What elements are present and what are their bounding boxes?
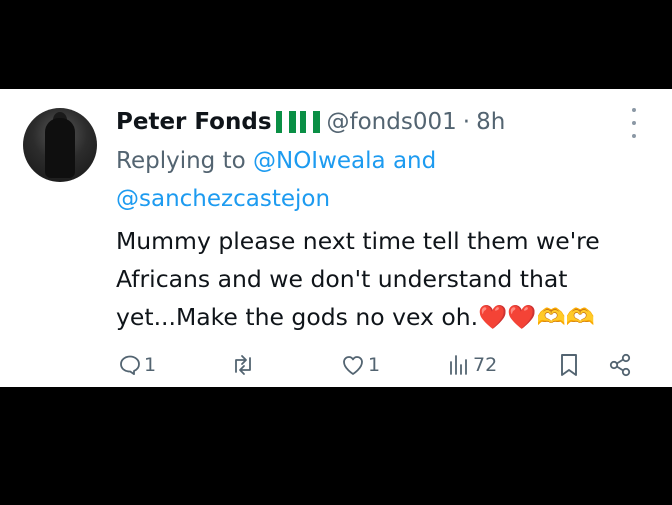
separator-dot: · (462, 109, 471, 135)
share-button[interactable] (607, 345, 633, 385)
views-chart-icon (450, 355, 467, 375)
author-handle[interactable]: @fonds001 (327, 109, 457, 135)
tweet-time[interactable]: 8h (476, 109, 505, 135)
heart-icon (343, 356, 363, 375)
nigeria-flag-icon (275, 111, 296, 133)
mention-noiweala[interactable]: @NOIweala (253, 148, 386, 174)
bookmark-button[interactable] (557, 345, 581, 385)
more-options-icon[interactable] (626, 108, 642, 138)
replying-prefix: Replying to (116, 148, 246, 174)
mention-and: and (392, 148, 437, 174)
tweet-actions: 1 1 72 (0, 345, 672, 385)
share-icon (609, 353, 631, 377)
like-count: 1 (368, 354, 381, 376)
replying-to: Replying to @NOIweala and @sanchezcastej… (116, 142, 636, 218)
reply-icon (120, 355, 140, 375)
views-button[interactable]: 72 (447, 345, 497, 385)
mention-sanchezcastejon[interactable]: @sanchezcastejon (116, 186, 330, 212)
views-count: 72 (473, 354, 498, 376)
tweet-text-emojis: ❤️❤️🫶🫶 (478, 303, 596, 331)
avatar[interactable] (23, 108, 97, 182)
author-name[interactable]: Peter Fonds (116, 109, 272, 135)
retweet-button[interactable] (229, 345, 259, 385)
avatar-person (45, 118, 75, 178)
retweet-icon (235, 355, 251, 375)
nigeria-flag-icon (299, 111, 320, 133)
tweet-text: Mummy please next time tell them we're A… (116, 222, 661, 336)
bookmark-icon (561, 354, 577, 376)
reply-button[interactable]: 1 (118, 345, 156, 385)
like-button[interactable]: 1 (340, 345, 380, 385)
reply-count: 1 (144, 354, 157, 376)
tweet-header: Peter Fonds @fonds001 · 8h (116, 105, 505, 139)
